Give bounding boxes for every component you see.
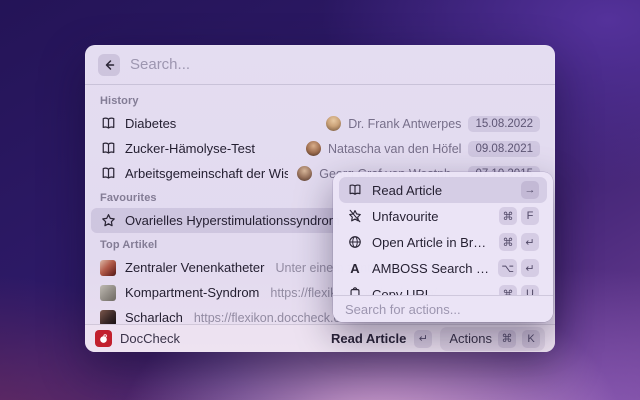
app-name: DocCheck	[120, 331, 180, 346]
action-search-input[interactable]	[345, 301, 541, 317]
back-button[interactable]	[98, 53, 120, 76]
cmd-key-badge: ⌘	[499, 233, 517, 251]
action-menu-list: Read Article → Unfavourite ⌘ F Open Arti…	[333, 172, 553, 295]
book-icon	[347, 183, 363, 197]
book-icon	[100, 141, 116, 156]
search-input[interactable]	[130, 56, 542, 73]
search-bar	[85, 45, 555, 85]
cmd-key-badge: ⌘	[499, 285, 517, 295]
action-menu: Read Article → Unfavourite ⌘ F Open Arti…	[333, 172, 553, 322]
k-key-badge: K	[522, 329, 540, 348]
article-thumbnail	[100, 284, 116, 301]
article-thumbnail	[100, 259, 116, 276]
author-avatar	[306, 141, 322, 156]
f-key-badge: F	[521, 207, 539, 225]
list-item[interactable]: Diabetes Dr. Frank Antwerpes 15.08.2022	[91, 111, 549, 136]
enter-key-badge: ↵	[414, 329, 433, 348]
item-title: Arbeitsgemeinschaft der Wissenschaftlich…	[125, 166, 289, 181]
menu-item-read-article[interactable]: Read Article →	[339, 177, 547, 203]
letter-a-icon: A	[350, 260, 360, 276]
item-title: Zucker-Hämolyse-Test	[125, 141, 256, 156]
menu-item-unfavourite[interactable]: Unfavourite ⌘ F	[339, 203, 547, 229]
item-date-badge: 15.08.2022	[468, 115, 540, 132]
section-header-history: History	[100, 95, 139, 107]
item-title: Zentraler Venenkatheter	[125, 260, 265, 275]
arrow-right-key-badge: →	[521, 181, 539, 199]
menu-item-label: Copy URL	[372, 286, 432, 296]
option-key-badge: ⌥	[498, 259, 517, 277]
item-title: Kompartment-Syndrom	[125, 285, 260, 300]
primary-action-label[interactable]: Read Article	[331, 331, 406, 346]
menu-item-label: Read Article	[372, 182, 443, 198]
menu-item-label: AMBOSS Search "Ovarielles Hyper...	[372, 260, 490, 276]
item-author: Dr. Frank Antwerpes	[348, 116, 462, 131]
status-bar: DocCheck Read Article ↵ Actions ⌘ K	[85, 324, 555, 352]
actions-label: Actions	[449, 331, 492, 346]
item-date-badge: 09.08.2021	[468, 140, 540, 157]
author-avatar	[326, 116, 342, 131]
menu-item-label: Unfavourite	[372, 208, 439, 224]
clipboard-icon	[347, 287, 363, 295]
article-thumbnail	[100, 309, 116, 324]
item-title: Scharlach	[125, 310, 183, 324]
star-icon	[100, 213, 116, 228]
list-item[interactable]: Zucker-Hämolyse-Test Natascha van den Hö…	[91, 136, 549, 161]
menu-item-label: Open Article in Browser	[372, 234, 490, 250]
item-title: Ovarielles Hyperstimulationssyndrom	[125, 213, 340, 228]
book-icon	[100, 166, 116, 181]
cmd-key-badge: ⌘	[498, 329, 516, 348]
menu-item-copy-url[interactable]: Copy URL ⌘ U	[339, 281, 547, 295]
arrow-left-icon	[101, 59, 117, 71]
u-key-badge: U	[521, 285, 539, 295]
cmd-key-badge: ⌘	[499, 207, 517, 225]
doccheck-logo-icon	[95, 330, 112, 347]
star-off-icon	[347, 209, 363, 223]
menu-item-open-in-browser[interactable]: Open Article in Browser ⌘ ↵	[339, 229, 547, 255]
book-icon	[100, 116, 116, 131]
author-avatar	[297, 166, 313, 181]
enter-key-badge: ↵	[521, 233, 539, 251]
globe-icon	[347, 235, 363, 249]
menu-item-amboss-search[interactable]: A AMBOSS Search "Ovarielles Hyper... ⌥ ↵	[339, 255, 547, 281]
item-title: Diabetes	[125, 116, 177, 131]
enter-key-badge: ↵	[521, 259, 539, 277]
action-menu-search	[333, 295, 553, 322]
actions-button[interactable]: Actions ⌘ K	[440, 326, 545, 351]
item-author: Natascha van den Höfel	[328, 141, 462, 156]
